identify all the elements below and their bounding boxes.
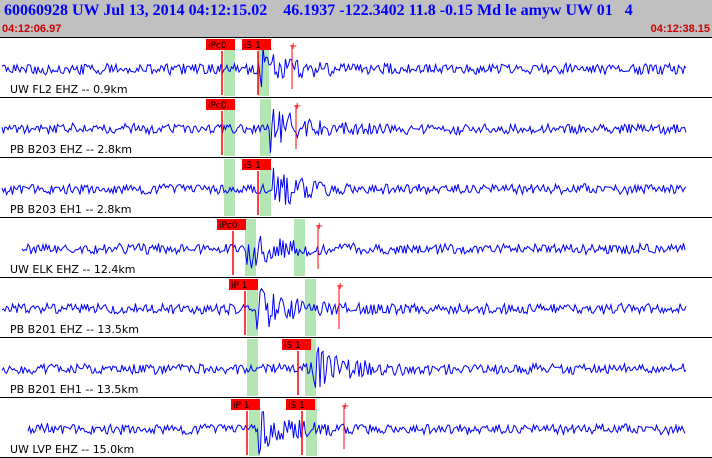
waveform-trace[interactable] bbox=[1, 46, 687, 88]
event-title: 60060928 UW Jul 13, 2014 04:12:15.02 46.… bbox=[4, 2, 633, 19]
pick-label: iS 1 bbox=[244, 41, 261, 51]
pick-label: iPc0 bbox=[208, 41, 227, 51]
station-label: UW ELK EHZ -- 12.4km bbox=[10, 263, 135, 276]
waveform-trace[interactable] bbox=[1, 167, 687, 205]
phase-tick-label: + bbox=[336, 281, 344, 292]
pick-label: iP 1 bbox=[231, 281, 248, 291]
pick-label: iS 1 bbox=[284, 341, 301, 351]
phase-tick-label: + bbox=[315, 221, 323, 232]
station-label: UW LVP EHZ -- 15.0km bbox=[10, 443, 134, 456]
pick-label: iPc0 bbox=[208, 101, 227, 111]
waveform-trace[interactable] bbox=[1, 347, 687, 388]
pick-window bbox=[260, 99, 271, 156]
station-label: PB B201 EH1 -- 13.5km bbox=[10, 383, 138, 396]
phase-tick-label: + bbox=[289, 41, 297, 52]
phase-tick-label: + bbox=[293, 101, 301, 112]
station-label: PB B203 EHZ -- 2.8km bbox=[10, 143, 132, 156]
station-label: PB B201 EHZ -- 13.5km bbox=[10, 323, 139, 336]
end-time: 04:12:38.15 bbox=[650, 23, 710, 35]
pick-label: iS 1 bbox=[244, 161, 261, 171]
phase-tick-label: + bbox=[341, 401, 349, 412]
pick-label: iS 1 bbox=[288, 401, 305, 411]
station-label: UW FL2 EHZ -- 0.9km bbox=[10, 83, 128, 96]
event-header: 60060928 UW Jul 13, 2014 04:12:15.02 46.… bbox=[0, 0, 712, 37]
pick-window bbox=[247, 339, 258, 396]
pick-label: iP 1 bbox=[233, 401, 250, 411]
pick-window bbox=[294, 219, 305, 276]
seismogram-panel[interactable]: + iPc0 iS 1 UW FL2 EHZ -- 0.9km + iPc0 PB B203… bbox=[0, 37, 712, 458]
pick-label: iPc0 bbox=[219, 221, 238, 231]
start-time: 04:12:06.97 bbox=[2, 23, 62, 35]
station-label: PB B203 EH1 -- 2.8km bbox=[10, 203, 131, 216]
